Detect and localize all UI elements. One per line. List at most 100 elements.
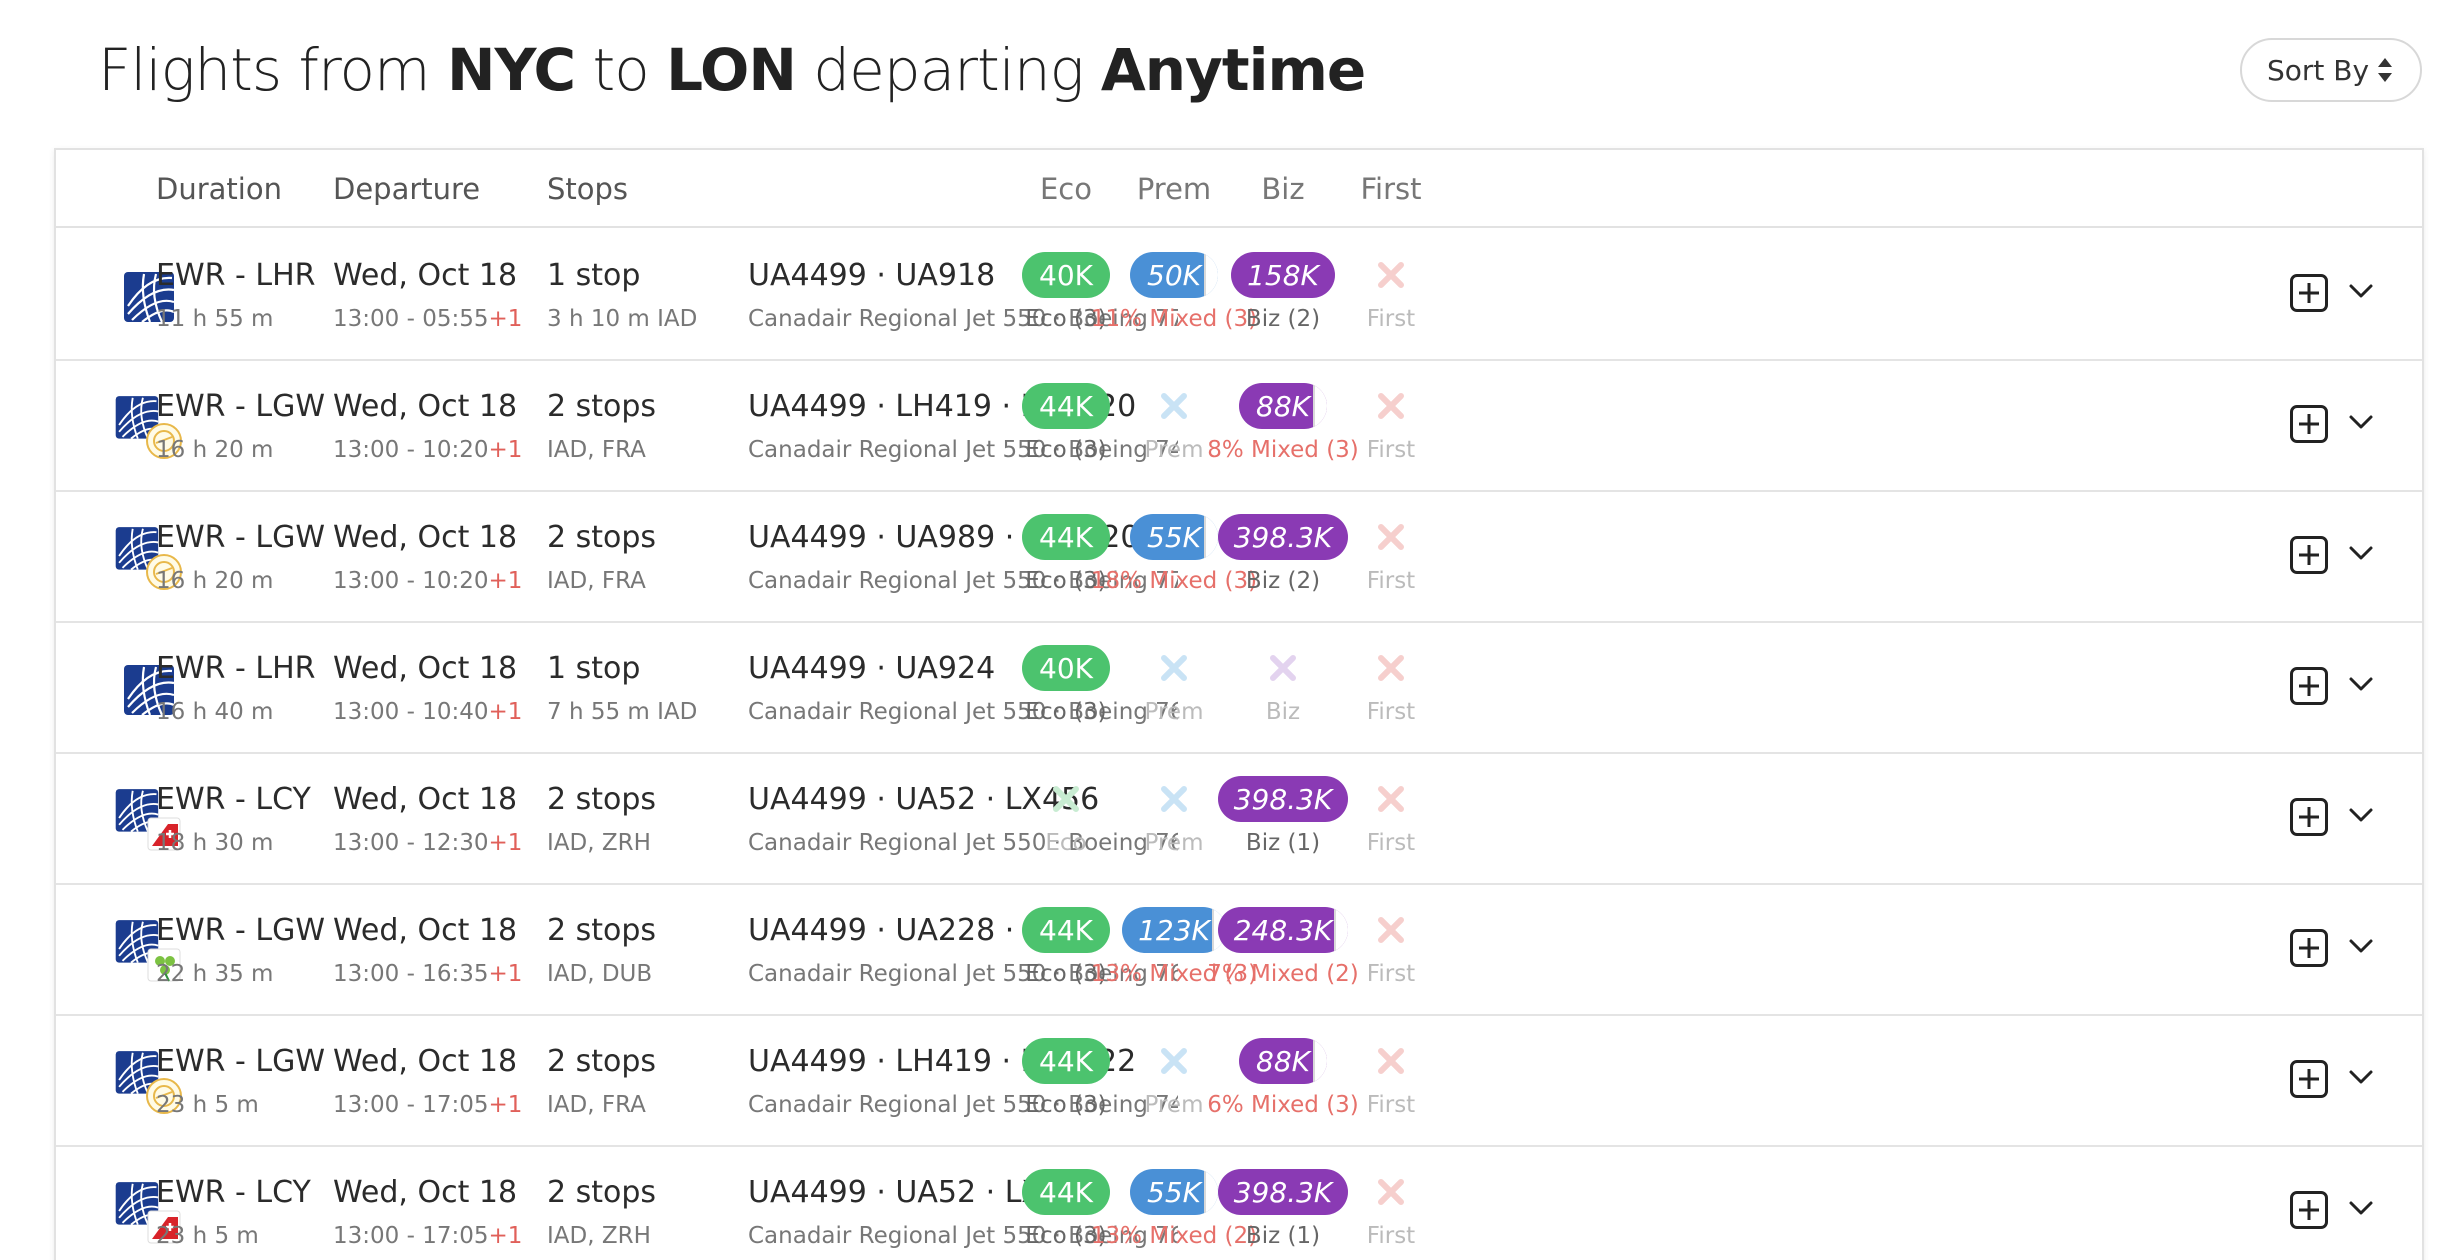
flight-duration: 16 h 40 m	[156, 699, 274, 725]
time-range: 13:00 - 17:05	[333, 1092, 489, 1118]
origin-city: NYC	[446, 36, 576, 104]
unavailable-icon	[1368, 514, 1414, 560]
col-first[interactable]: First	[1311, 172, 1471, 206]
expand-button[interactable]	[2346, 800, 2376, 834]
departure-times: 13:00 - 10:20+1	[333, 437, 522, 463]
flight-row[interactable]: EWR - LGW 23 h 5 m Wed, Oct 18 13:00 - 17:0…	[56, 1016, 2422, 1147]
row-actions	[2290, 1191, 2376, 1229]
add-flight-button[interactable]	[2290, 1191, 2328, 1229]
flight-duration: 16 h 20 m	[156, 568, 274, 594]
sort-icon	[2378, 58, 2393, 82]
unavailable-icon	[1151, 645, 1197, 691]
flight-row[interactable]: EWR - LCY 23 h 5 m Wed, Oct 18 13:00 - 17:0…	[56, 1147, 2422, 1260]
unavailable-icon	[1151, 1038, 1197, 1084]
x-mark-icon	[1161, 655, 1187, 681]
departure-date: Wed, Oct 18	[333, 389, 518, 424]
x-mark-icon	[1161, 786, 1187, 812]
departure-date: Wed, Oct 18	[333, 782, 518, 817]
departure-date: Wed, Oct 18	[333, 1175, 518, 1210]
expand-button[interactable]	[2346, 1193, 2376, 1227]
departure-times: 13:00 - 05:55+1	[333, 306, 522, 332]
cabin-first: First	[1301, 514, 1481, 594]
route-airports: EWR - LCY	[156, 782, 311, 817]
day-offset: +1	[488, 1092, 523, 1118]
route-airports: EWR - LGW	[156, 389, 325, 424]
chevron-down-icon	[2349, 1070, 2373, 1084]
chevron-down-icon	[2349, 415, 2373, 429]
expand-button[interactable]	[2346, 1062, 2376, 1096]
sort-by-button[interactable]: Sort By	[2240, 38, 2422, 102]
unavailable-icon	[1260, 645, 1306, 691]
biz-unavailable-label: Biz	[1265, 699, 1301, 725]
flight-row[interactable]: EWR - LGW 16 h 20 m Wed, Oct 18 13:00 - 10:…	[56, 492, 2422, 623]
flight-row[interactable]: EWR - LGW 16 h 20 m Wed, Oct 18 13:00 - 10:…	[56, 361, 2422, 492]
add-flight-button[interactable]	[2290, 667, 2328, 705]
cabin-first: First	[1301, 645, 1481, 725]
departure-date: Wed, Oct 18	[333, 651, 518, 686]
departure-times: 13:00 - 12:30+1	[333, 830, 522, 856]
row-actions	[2290, 536, 2376, 574]
day-offset: +1	[488, 306, 523, 332]
flight-row[interactable]: EWR - LHR 11 h 55 m Wed, Oct 18 13:00 - 05:…	[56, 230, 2422, 361]
flight-numbers: UA4499 · UA918	[748, 258, 996, 293]
flight-duration: 23 h 5 m	[156, 1092, 259, 1118]
add-flight-button[interactable]	[2290, 798, 2328, 836]
route-airports: EWR - LGW	[156, 1044, 325, 1079]
stops-detail: IAD, FRA	[547, 568, 646, 594]
unavailable-icon	[1368, 383, 1414, 429]
stops-detail: 3 h 10 m IAD	[547, 306, 698, 332]
unavailable-icon	[1151, 383, 1197, 429]
departure-times: 13:00 - 17:05+1	[333, 1223, 522, 1249]
col-stops[interactable]: Stops	[547, 172, 628, 206]
col-duration[interactable]: Duration	[156, 172, 282, 206]
stops-detail: IAD, FRA	[547, 437, 646, 463]
cabin-first: First	[1301, 383, 1481, 463]
add-flight-button[interactable]	[2290, 405, 2328, 443]
chevron-down-icon	[2349, 939, 2373, 953]
flight-duration: 23 h 5 m	[156, 1223, 259, 1249]
x-mark-icon	[1270, 655, 1296, 681]
chevron-down-icon	[2349, 1201, 2373, 1215]
unavailable-icon	[1151, 776, 1197, 822]
stops-count: 1 stop	[547, 651, 641, 686]
x-mark-icon	[1378, 1179, 1404, 1205]
add-flight-button[interactable]	[2290, 929, 2328, 967]
x-mark-icon	[1378, 917, 1404, 943]
route-airports: EWR - LCY	[156, 1175, 311, 1210]
flight-duration: 11 h 55 m	[156, 306, 274, 332]
cabin-first: First	[1301, 1169, 1481, 1249]
unavailable-icon	[1368, 645, 1414, 691]
flight-row[interactable]: EWR - LCY 18 h 30 m Wed, Oct 18 13:00 - 12:…	[56, 754, 2422, 885]
sort-by-label: Sort By	[2266, 53, 2370, 87]
table-header: Duration Departure Stops Eco Prem Biz Fi…	[56, 150, 2422, 228]
row-actions	[2290, 405, 2376, 443]
expand-button[interactable]	[2346, 407, 2376, 441]
x-mark-icon	[1378, 393, 1404, 419]
stops-detail: IAD, ZRH	[547, 1223, 651, 1249]
flight-duration: 18 h 30 m	[156, 830, 274, 856]
flight-row[interactable]: EWR - LGW 22 h 35 m Wed, Oct 18 13:00 - 16:…	[56, 885, 2422, 1016]
route-airports: EWR - LHR	[156, 651, 316, 686]
departure-date: Wed, Oct 18	[333, 520, 518, 555]
add-flight-button[interactable]	[2290, 536, 2328, 574]
expand-button[interactable]	[2346, 538, 2376, 572]
chevron-down-icon	[2349, 284, 2373, 298]
add-flight-button[interactable]	[2290, 1060, 2328, 1098]
flight-duration: 16 h 20 m	[156, 437, 274, 463]
stops-detail: 7 h 55 m IAD	[547, 699, 698, 725]
expand-button[interactable]	[2346, 669, 2376, 703]
destination-city: LON	[666, 36, 797, 104]
first-unavailable-label: First	[1366, 568, 1416, 594]
col-departure[interactable]: Departure	[333, 172, 480, 206]
day-offset: +1	[488, 699, 523, 725]
add-flight-button[interactable]	[2290, 274, 2328, 312]
expand-button[interactable]	[2346, 931, 2376, 965]
cabin-first: First	[1301, 1038, 1481, 1118]
route-airports: EWR - LGW	[156, 913, 325, 948]
flight-row[interactable]: EWR - LHR 16 h 40 m Wed, Oct 18 13:00 - 10:…	[56, 623, 2422, 754]
expand-button[interactable]	[2346, 276, 2376, 310]
time-range: 13:00 - 17:05	[333, 1223, 489, 1249]
day-offset: +1	[488, 437, 523, 463]
route-airports: EWR - LGW	[156, 520, 325, 555]
day-offset: +1	[488, 568, 523, 594]
